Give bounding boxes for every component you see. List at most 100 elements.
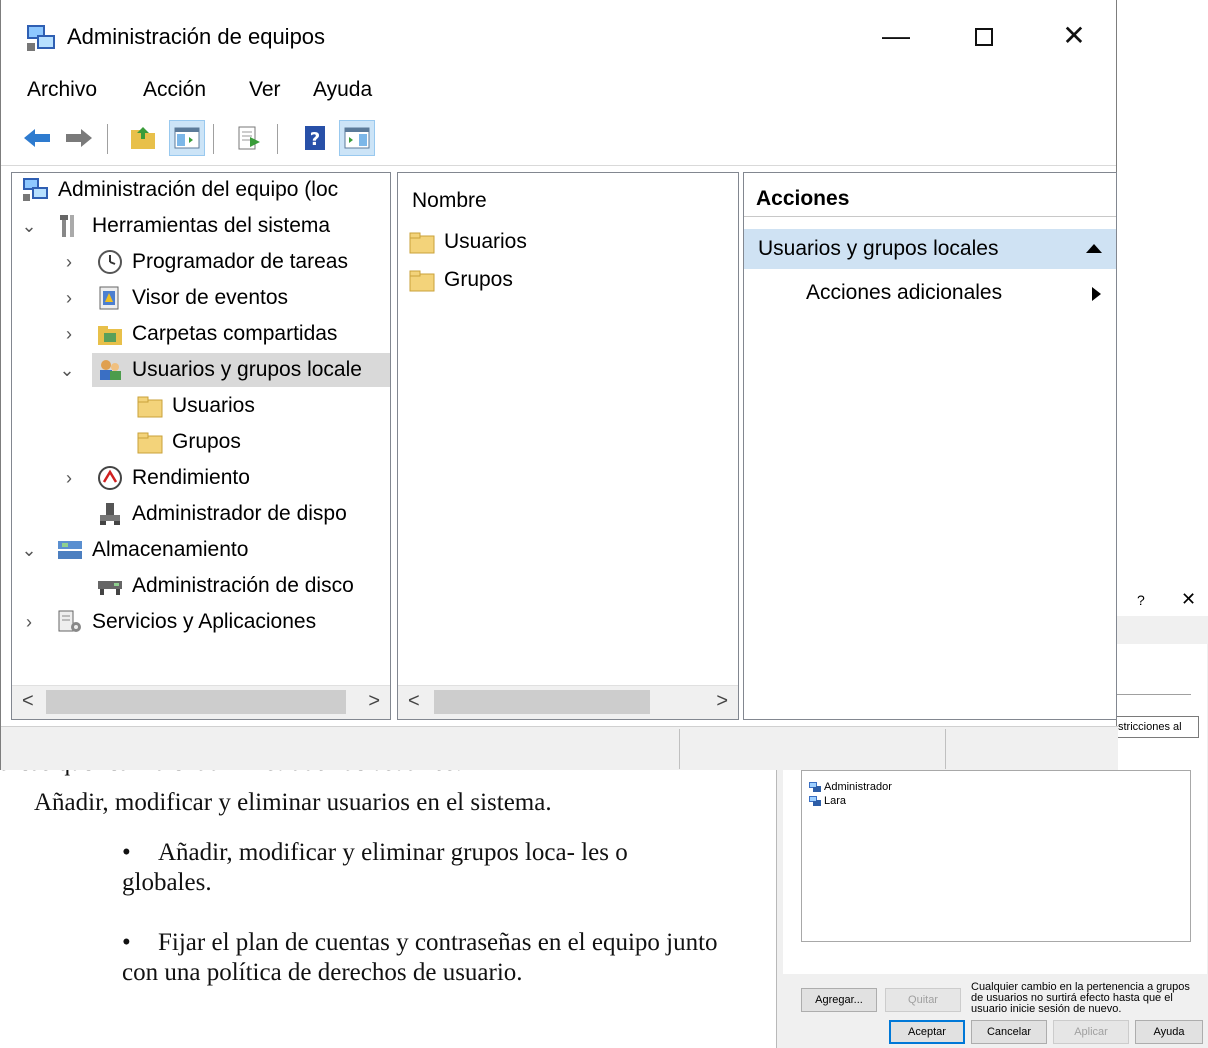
tree-item-storage[interactable]: ⌄ Almacenamiento <box>20 533 248 567</box>
list-item[interactable]: Lara <box>808 795 846 807</box>
scroll-thumb[interactable] <box>46 690 346 714</box>
tree-item-computer-management[interactable]: Administración del equipo (loc <box>22 173 338 207</box>
close-button[interactable]: ✕ <box>1051 16 1097 60</box>
chevron-right-icon[interactable]: › <box>60 324 78 345</box>
status-divider <box>945 729 946 769</box>
tree-item-label: Administrador de dispo <box>132 502 347 525</box>
dialog-description-field[interactable]: stricciones al <box>1115 716 1199 738</box>
folder-icon <box>409 270 435 292</box>
storage-icon <box>58 541 82 559</box>
actions-group-local-users[interactable]: Usuarios y grupos locales <box>744 229 1116 269</box>
list-item-label: Usuarios <box>444 230 527 253</box>
list-item[interactable]: Usuarios <box>408 229 527 255</box>
tree-item-local-users-groups[interactable]: ⌄ Usuarios y grupos locale <box>59 353 390 387</box>
scroll-thumb[interactable] <box>434 690 650 714</box>
scroll-right-icon[interactable]: > <box>716 690 728 713</box>
scroll-left-icon[interactable]: < <box>408 690 420 713</box>
tools-icon <box>60 215 74 237</box>
tree-item-shared-folders[interactable]: › Carpetas compartidas <box>60 317 337 351</box>
tree-item-label: Usuarios <box>172 394 255 417</box>
menu-archivo[interactable]: Archivo <box>27 78 97 102</box>
up-one-level-button[interactable] <box>125 120 161 156</box>
list-item[interactable]: Administrador <box>808 781 892 793</box>
help-icon: ? <box>305 126 325 150</box>
toolbar-separator <box>107 124 108 154</box>
folder-icon <box>137 432 163 454</box>
menu-bar: Archivo Acción Ver Ayuda <box>1 74 1116 110</box>
document-line-1: Añadir, modificar y eliminar usuarios en… <box>34 789 552 816</box>
chevron-down-icon[interactable]: ⌄ <box>58 360 76 381</box>
menu-ver[interactable]: Ver <box>249 78 281 102</box>
document-bullet-3: • Fijar el plan de cuentas y contraseñas… <box>122 928 722 988</box>
tree-item-disk-management[interactable]: Administración de disco <box>96 569 354 603</box>
cancel-button[interactable]: Cancelar <box>971 1020 1047 1044</box>
console-tree-pane[interactable]: Administración del equipo (loc ⌄ Herrami… <box>11 172 391 720</box>
scroll-left-icon[interactable]: < <box>22 690 34 713</box>
tree-item-label: Herramientas del sistema <box>92 214 331 237</box>
list-item[interactable]: Grupos <box>408 267 513 293</box>
list-horizontal-scrollbar[interactable]: < > <box>398 685 738 719</box>
clock-icon <box>98 250 122 274</box>
tree-item-task-scheduler[interactable]: › Programador de tareas <box>60 245 348 279</box>
submenu-arrow-icon[interactable] <box>1092 287 1101 301</box>
user-icon <box>809 782 821 792</box>
ok-button[interactable]: Aceptar <box>889 1020 965 1044</box>
member-name: Administrador <box>824 781 892 793</box>
computer-management-icon <box>23 178 48 201</box>
tree-item-system-tools[interactable]: ⌄ Herramientas del sistema <box>20 209 330 243</box>
tree-item-users[interactable]: Usuarios <box>136 389 255 423</box>
computer-management-icon <box>27 25 55 51</box>
add-member-button[interactable]: Agregar... <box>801 988 877 1012</box>
show-hide-action-pane-icon <box>344 127 370 149</box>
tree-item-label: Visor de eventos <box>132 286 289 309</box>
show-hide-action-pane-button[interactable] <box>339 120 375 156</box>
up-folder-icon <box>131 127 155 149</box>
show-hide-tree-icon <box>174 127 200 149</box>
chevron-right-icon[interactable]: › <box>20 612 38 633</box>
scroll-right-icon[interactable]: > <box>368 690 380 713</box>
chevron-down-icon[interactable]: ⌄ <box>20 216 38 237</box>
maximize-button[interactable] <box>961 16 1007 60</box>
tree-item-event-viewer[interactable]: › Visor de eventos <box>60 281 288 315</box>
more-actions-item[interactable]: Acciones adicionales <box>806 281 1002 305</box>
users-groups-icon <box>100 360 121 380</box>
content-list-pane[interactable]: Nombre Usuarios Grupos < > <box>397 172 739 720</box>
dialog-help-action-button[interactable]: Ayuda <box>1135 1020 1203 1044</box>
chevron-right-icon[interactable]: › <box>60 288 78 309</box>
list-item-label: Grupos <box>444 268 513 291</box>
toolbar: ? <box>1 114 1116 166</box>
tree-item-services-applications[interactable]: › Servicios y Aplicaciones <box>20 605 316 639</box>
dialog-help-button[interactable]: ? <box>1137 592 1145 608</box>
forward-button[interactable] <box>61 120 97 156</box>
show-hide-console-tree-button[interactable] <box>169 120 205 156</box>
chevron-right-icon[interactable]: › <box>60 252 78 273</box>
chevron-down-icon[interactable]: ⌄ <box>20 540 38 561</box>
collapse-up-icon[interactable] <box>1086 244 1102 253</box>
members-list[interactable]: Administrador Lara <box>801 770 1191 942</box>
export-list-icon <box>238 126 260 150</box>
tree-item-device-manager[interactable]: Administrador de dispo <box>96 497 347 531</box>
back-button[interactable] <box>19 120 55 156</box>
column-header-name[interactable]: Nombre <box>412 189 487 213</box>
dialog-close-button[interactable]: ✕ <box>1181 589 1196 610</box>
tree-item-label: Programador de tareas <box>132 250 348 273</box>
remove-member-button[interactable]: Quitar <box>885 988 961 1012</box>
tree-item-groups[interactable]: Grupos <box>136 425 241 459</box>
help-button[interactable]: ? <box>297 120 333 156</box>
services-icon <box>58 610 81 632</box>
apply-button[interactable]: Aplicar <box>1053 1020 1129 1044</box>
tree-item-performance[interactable]: › Rendimiento <box>60 461 250 495</box>
maximize-icon <box>975 28 993 46</box>
back-arrow-icon <box>24 129 50 147</box>
menu-accion[interactable]: Acción <box>143 78 206 102</box>
chevron-right-icon[interactable]: › <box>60 468 78 489</box>
tree-item-label: Carpetas compartidas <box>132 322 338 345</box>
tree-item-label: Administración de disco <box>132 574 354 597</box>
title-bar[interactable]: Administración de equipos — ✕ <box>1 0 1116 74</box>
tree-item-label: Almacenamiento <box>92 538 249 561</box>
tree-item-label: Administración del equipo (loc <box>58 178 339 201</box>
menu-ayuda[interactable]: Ayuda <box>313 78 372 102</box>
export-list-button[interactable] <box>231 120 267 156</box>
minimize-button[interactable]: — <box>873 16 919 60</box>
tree-horizontal-scrollbar[interactable]: < > <box>12 685 390 719</box>
